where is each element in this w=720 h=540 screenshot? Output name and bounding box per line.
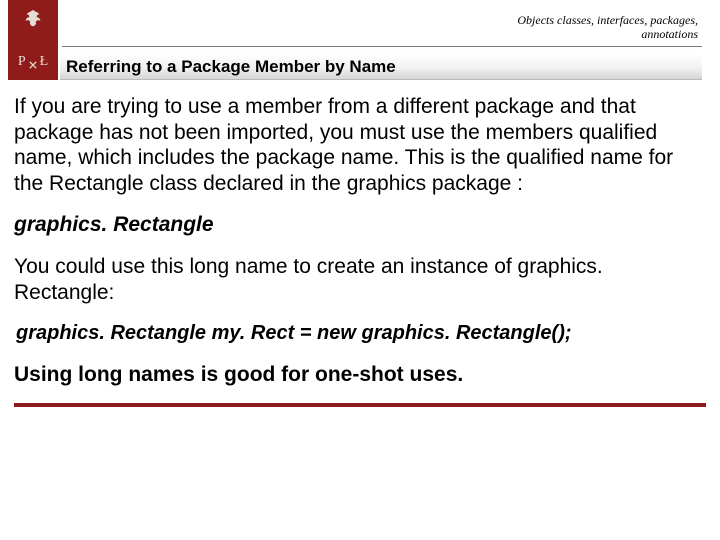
logo-letter-right: Ł bbox=[40, 54, 49, 70]
logo-letter-left: P bbox=[18, 54, 26, 70]
intro-paragraph: If you are trying to use a member from a… bbox=[14, 94, 706, 196]
qualified-name: graphics. Rectangle bbox=[14, 212, 706, 238]
slide-title: Referring to a Package Member by Name bbox=[66, 57, 396, 77]
closing-statement: Using long names is good for one-shot us… bbox=[14, 362, 706, 388]
title-bar: Referring to a Package Member by Name bbox=[60, 54, 702, 80]
logo-letters: P Ł bbox=[18, 54, 48, 70]
header-divider bbox=[62, 46, 702, 47]
code-example: graphics. Rectangle my. Rect = new graph… bbox=[16, 321, 706, 345]
usage-lead: You could use this long name to create a… bbox=[14, 254, 706, 305]
topic-label: Objects classes, interfaces, packages, a… bbox=[478, 14, 698, 42]
slide-header: P Ł Objects classes, interfaces, package… bbox=[0, 0, 720, 82]
university-logo: P Ł bbox=[8, 0, 58, 80]
eagle-icon bbox=[22, 8, 44, 30]
bottom-divider bbox=[14, 403, 706, 407]
hammers-icon bbox=[29, 58, 37, 66]
slide-body: If you are trying to use a member from a… bbox=[0, 82, 720, 387]
